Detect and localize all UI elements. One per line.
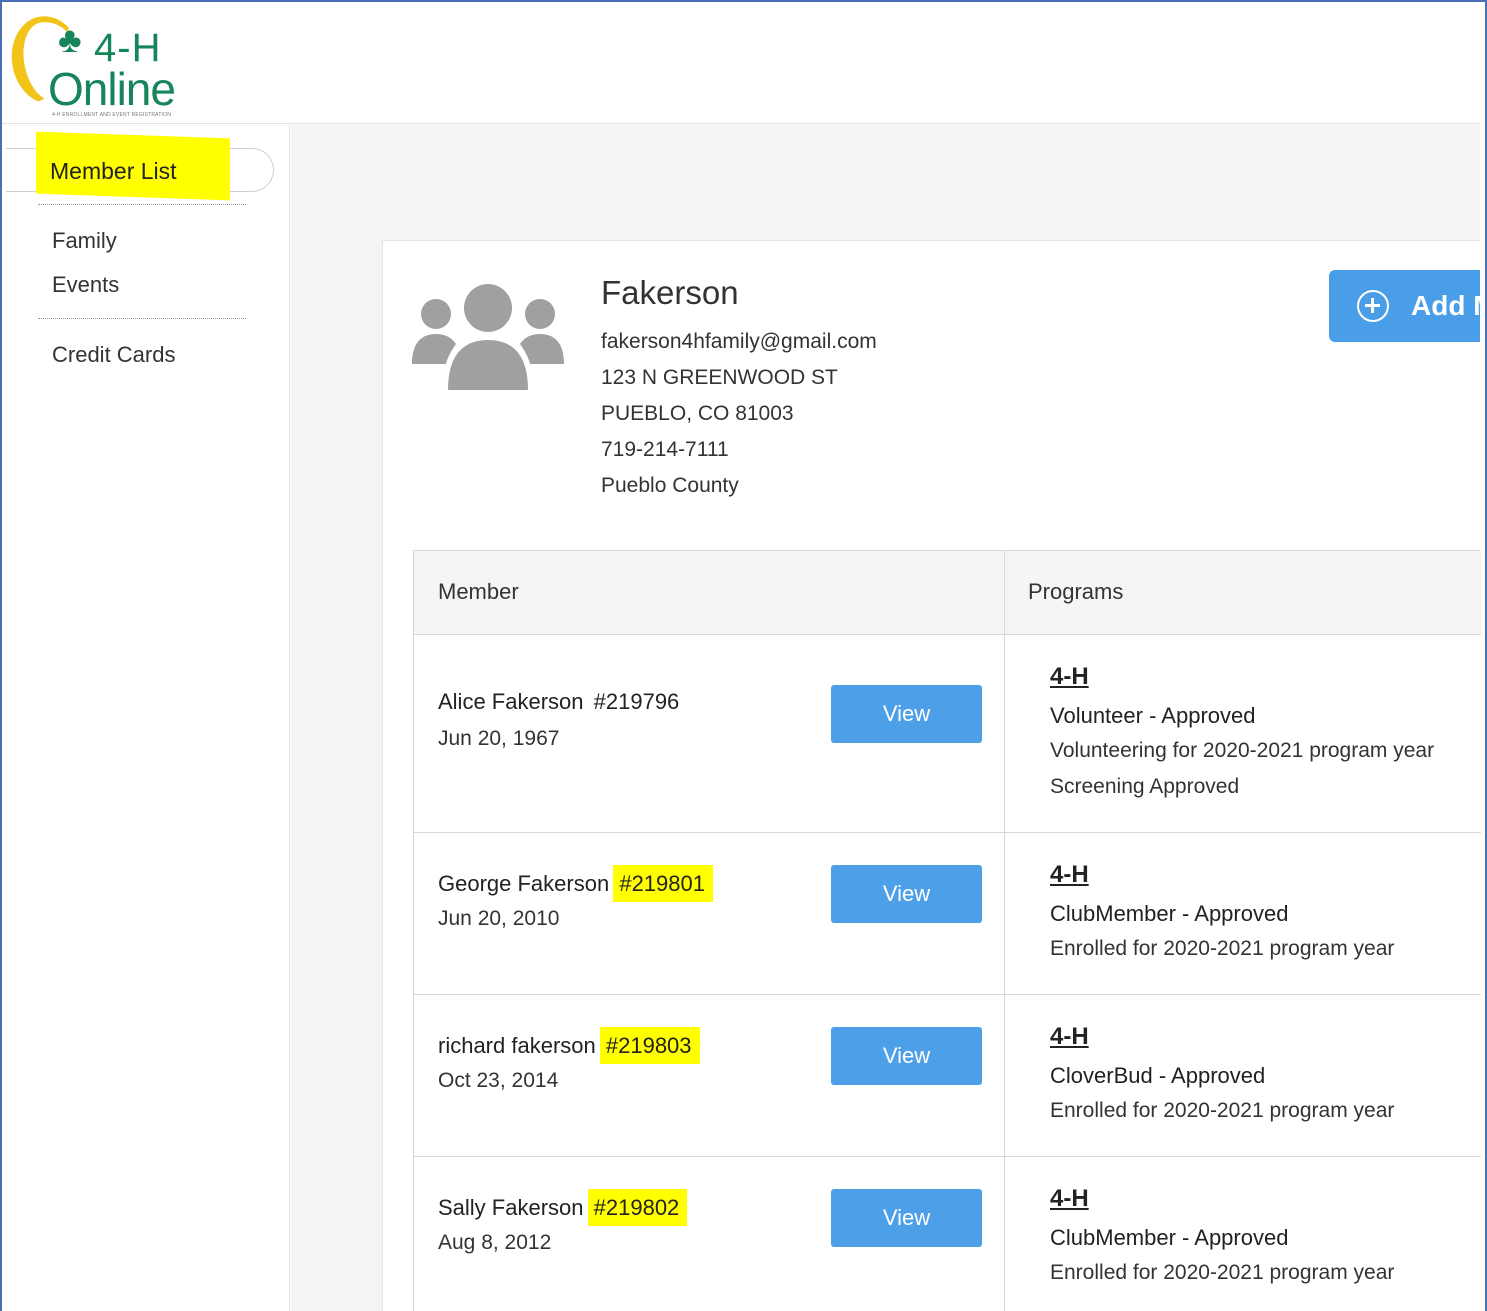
program-link[interactable]: 4-H bbox=[1050, 1023, 1089, 1051]
sidebar-item-member-list[interactable]: Member List bbox=[6, 131, 274, 201]
program-detail: Volunteering for 2020-2021 program year bbox=[1050, 739, 1435, 762]
plus-circle-icon bbox=[1357, 290, 1389, 322]
member-name-text: George Fakerson bbox=[438, 871, 610, 896]
program-link[interactable]: 4-H bbox=[1050, 1185, 1089, 1213]
table-row: Sally Fakerson #219802 Aug 8, 2012 View … bbox=[414, 1157, 1481, 1311]
member-id: #219803 bbox=[599, 1027, 700, 1064]
view-button[interactable]: View bbox=[831, 865, 982, 923]
member-name-text: Alice Fakerson bbox=[438, 689, 584, 714]
member-id: #219796 bbox=[593, 689, 680, 714]
program-detail: Enrolled for 2020-2021 program year bbox=[1050, 1261, 1395, 1284]
family-county: Pueblo County bbox=[601, 474, 739, 497]
logo-brand-top: 4-H bbox=[94, 26, 162, 70]
table-header: Member Programs bbox=[414, 551, 1481, 635]
member-name: George Fakerson #219801 bbox=[438, 865, 713, 902]
view-button[interactable]: View bbox=[831, 1189, 982, 1247]
member-name: Alice Fakerson #219796 bbox=[438, 689, 687, 715]
member-name-text: richard fakerson bbox=[438, 1033, 596, 1058]
table-row: richard fakerson #219803 Oct 23, 2014 Vi… bbox=[414, 995, 1481, 1157]
member-table: Member Programs Alice Fakerson #219796 J… bbox=[413, 550, 1481, 1311]
member-dob: Aug 8, 2012 bbox=[438, 1231, 552, 1254]
view-button[interactable]: View bbox=[831, 685, 982, 743]
add-member-label: Add M bbox=[1411, 290, 1480, 321]
view-button[interactable]: View bbox=[831, 1027, 982, 1085]
table-row: Alice Fakerson #219796 Jun 20, 1967 View… bbox=[414, 635, 1481, 833]
member-name-text: Sally Fakerson bbox=[438, 1195, 584, 1220]
family-email: fakerson4hfamily@gmail.com bbox=[601, 330, 877, 353]
column-header-programs: Programs bbox=[1028, 579, 1124, 604]
logo-tagline: 4-H ENROLLMENT AND EVENT REGISTRATION bbox=[52, 112, 172, 118]
member-dob: Jun 20, 2010 bbox=[438, 907, 560, 930]
family-address-line1: 123 N GREENWOOD ST bbox=[601, 366, 838, 389]
program-status: CloverBud - Approved bbox=[1050, 1063, 1266, 1088]
sidebar-divider bbox=[38, 318, 246, 319]
member-dob: Oct 23, 2014 bbox=[438, 1069, 559, 1092]
member-id: #219802 bbox=[587, 1189, 688, 1226]
table-row: George Fakerson #219801 Jun 20, 2010 Vie… bbox=[414, 833, 1481, 995]
sidebar-item-label: Member List bbox=[50, 158, 177, 184]
clover-icon: ♣ bbox=[58, 19, 82, 60]
sidebar: Member List Family Events Credit Cards bbox=[2, 124, 290, 1311]
program-detail: Enrolled for 2020-2021 program year bbox=[1050, 1099, 1395, 1122]
program-status: ClubMember - Approved bbox=[1050, 901, 1289, 926]
family-phone: 719-214-7111 bbox=[601, 438, 729, 461]
program-link[interactable]: 4-H bbox=[1050, 861, 1089, 889]
member-dob: Jun 20, 1967 bbox=[438, 727, 560, 750]
app-header: ♣ 4-H Online 4-H ENROLLMENT AND EVENT RE… bbox=[2, 2, 1480, 124]
program-detail: Enrolled for 2020-2021 program year bbox=[1050, 937, 1395, 960]
family-address-line2: PUEBLO, CO 81003 bbox=[601, 402, 794, 425]
4h-online-logo[interactable]: ♣ 4-H Online 4-H ENROLLMENT AND EVENT RE… bbox=[4, 10, 200, 120]
family-icon bbox=[412, 284, 564, 390]
sidebar-item-credit-cards[interactable]: Credit Cards bbox=[52, 342, 175, 368]
program-status: ClubMember - Approved bbox=[1050, 1225, 1289, 1250]
program-status: Volunteer - Approved bbox=[1050, 703, 1256, 728]
family-name: Fakerson bbox=[601, 274, 739, 311]
add-member-button[interactable]: Add M bbox=[1329, 270, 1480, 342]
member-name: richard fakerson #219803 bbox=[438, 1027, 700, 1064]
program-link[interactable]: 4-H bbox=[1050, 663, 1089, 691]
member-name: Sally Fakerson #219802 bbox=[438, 1189, 688, 1226]
logo-brand-bottom: Online bbox=[48, 63, 176, 115]
sidebar-divider bbox=[38, 204, 246, 205]
member-id: #219801 bbox=[613, 865, 713, 902]
program-detail: Screening Approved bbox=[1050, 775, 1240, 798]
sidebar-item-events[interactable]: Events bbox=[52, 272, 119, 298]
column-header-member: Member bbox=[438, 579, 519, 604]
sidebar-item-family[interactable]: Family bbox=[52, 228, 117, 254]
